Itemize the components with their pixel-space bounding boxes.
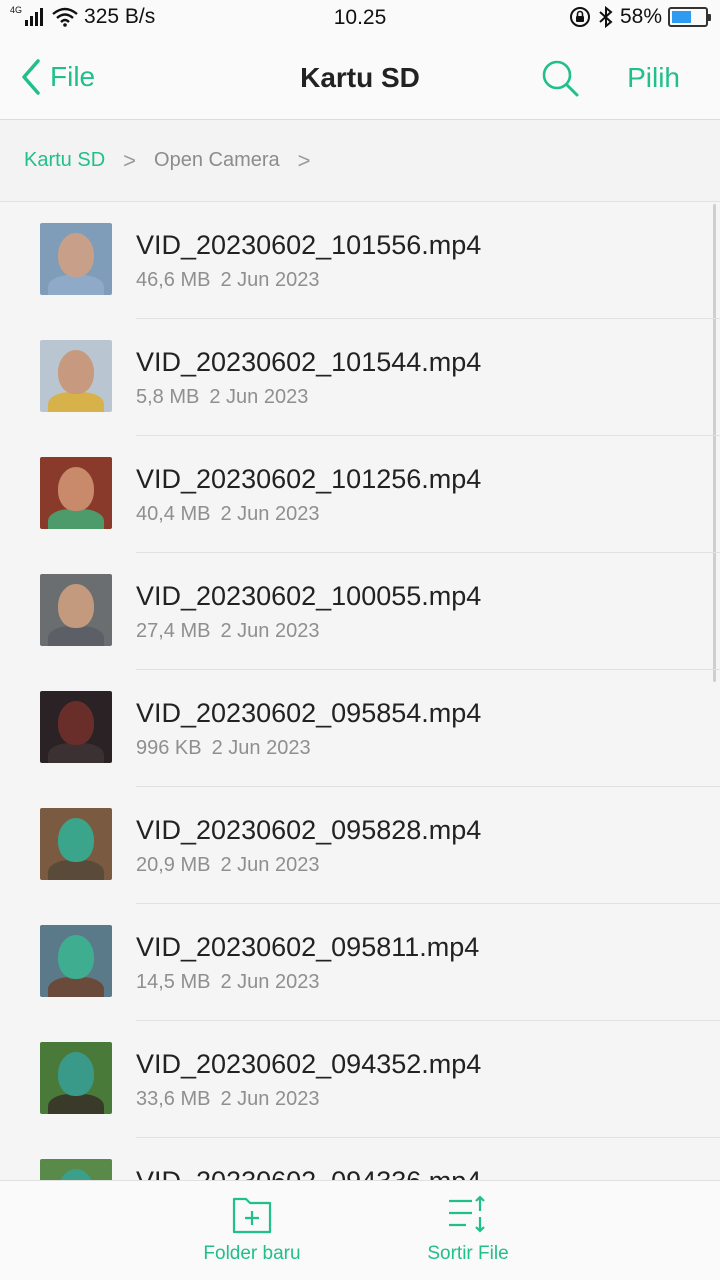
file-name: VID_20230602_101556.mp4 [136, 230, 482, 260]
file-name: VID_20230602_094336.mp4 [136, 1166, 481, 1180]
file-row[interactable]: VID_20230602_101544.mp4 5,8 MB 2 Jun 2023 [0, 319, 720, 436]
file-name: VID_20230602_095854.mp4 [136, 698, 482, 728]
video-thumbnail [40, 574, 112, 646]
status-right: 58% [568, 5, 711, 29]
file-date: 2 Jun 2023 [220, 620, 320, 642]
page-title: Kartu SD [300, 62, 420, 93]
file-size: 5,8 MB [136, 386, 200, 408]
thumbnail-subject [58, 701, 94, 745]
file-row[interactable]: VID_20230602_095811.mp4 14,5 MB 2 Jun 2023 [0, 904, 720, 1021]
bottom-toolbar: Folder baru Sortir File [0, 1180, 720, 1280]
breadcrumb: Kartu SD > Open Camera > [0, 120, 720, 202]
file-date: 2 Jun 2023 [220, 1088, 320, 1110]
new-folder-icon [232, 1197, 272, 1234]
file-size: 40,4 MB [136, 503, 211, 525]
back-label: File [50, 61, 96, 92]
file-row[interactable]: VID_20230602_095828.mp4 20,9 MB 2 Jun 2023 [0, 787, 720, 904]
file-date: 2 Jun 2023 [220, 854, 320, 876]
file-row[interactable]: VID_20230602_094352.mp4 33,6 MB 2 Jun 2023 [0, 1021, 720, 1138]
thumbnail-figure [48, 977, 104, 997]
file-meta: 40,4 MB 2 Jun 2023 [136, 503, 319, 526]
file-date: 2 Jun 2023 [211, 737, 311, 759]
file-name: VID_20230602_101256.mp4 [136, 464, 482, 494]
search-button[interactable] [540, 58, 580, 98]
file-row[interactable]: VID_20230602_100055.mp4 27,4 MB 2 Jun 2023 [0, 553, 720, 670]
thumbnail-subject [58, 350, 94, 394]
thumbnail-subject [58, 1169, 94, 1180]
battery-icon [668, 7, 711, 27]
sort-files-label: Sortir File [427, 1243, 509, 1264]
video-thumbnail [40, 925, 112, 997]
select-button[interactable]: Pilih [627, 62, 680, 94]
sort-icon [449, 1195, 485, 1233]
file-list[interactable]: VID_20230602_101556.mp4 46,6 MB 2 Jun 2023… [0, 202, 720, 1180]
file-row[interactable]: VID_20230602_094336.mp4 [0, 1138, 720, 1180]
file-date: 2 Jun 2023 [220, 269, 320, 291]
thumbnail-figure [48, 860, 104, 880]
file-meta: 14,5 MB 2 Jun 2023 [136, 971, 319, 994]
file-name: VID_20230602_094352.mp4 [136, 1049, 482, 1079]
file-name: VID_20230602_095811.mp4 [136, 932, 480, 962]
bluetooth-icon [599, 5, 613, 29]
video-thumbnail [40, 457, 112, 529]
video-thumbnail [40, 1159, 112, 1180]
new-folder-button[interactable]: Folder baru [172, 1193, 332, 1265]
thumbnail-subject [58, 233, 94, 277]
breadcrumb-separator-icon: > [297, 147, 311, 173]
video-thumbnail [40, 808, 112, 880]
file-name: VID_20230602_095828.mp4 [136, 815, 482, 845]
file-size: 27,4 MB [136, 620, 211, 642]
chevron-left-icon [22, 59, 40, 95]
thumbnail-figure [48, 743, 104, 763]
thumbnail-figure [48, 1094, 104, 1114]
thumbnail-subject [58, 818, 94, 862]
file-size: 46,6 MB [136, 269, 211, 291]
file-meta: 27,4 MB 2 Jun 2023 [136, 620, 319, 643]
file-row[interactable]: VID_20230602_095854.mp4 996 KB 2 Jun 2023 [0, 670, 720, 787]
breadcrumb-current[interactable]: Open Camera [154, 149, 280, 172]
file-size: 20,9 MB [136, 854, 211, 876]
video-thumbnail [40, 340, 112, 412]
video-thumbnail [40, 691, 112, 763]
file-size: 14,5 MB [136, 971, 211, 993]
thumbnail-figure [48, 275, 104, 295]
thumbnail-subject [58, 467, 94, 511]
search-icon [542, 60, 579, 97]
thumbnail-subject [58, 935, 94, 979]
file-size: 33,6 MB [136, 1088, 211, 1110]
thumbnail-figure [48, 392, 104, 412]
breadcrumb-separator-icon: > [123, 147, 137, 173]
breadcrumb-root[interactable]: Kartu SD [24, 149, 105, 172]
video-thumbnail [40, 223, 112, 295]
battery-fill [672, 11, 691, 23]
back-button[interactable]: File [20, 58, 95, 96]
file-meta: 46,6 MB 2 Jun 2023 [136, 269, 319, 292]
video-thumbnail [40, 1042, 112, 1114]
file-name: VID_20230602_100055.mp4 [136, 581, 482, 611]
sort-files-button[interactable]: Sortir File [388, 1193, 548, 1265]
file-date: 2 Jun 2023 [220, 503, 320, 525]
file-date: 2 Jun 2023 [220, 971, 320, 993]
battery-percent: 58% [619, 5, 662, 28]
file-date: 2 Jun 2023 [209, 386, 309, 408]
thumbnail-figure [48, 509, 104, 529]
file-row[interactable]: VID_20230602_101256.mp4 40,4 MB 2 Jun 2023 [0, 436, 720, 553]
app-header: File Kartu SD Pilih [0, 38, 720, 120]
file-meta: 996 KB 2 Jun 2023 [136, 737, 311, 760]
file-row[interactable]: VID_20230602_101556.mp4 46,6 MB 2 Jun 2023 [0, 202, 720, 319]
file-name: VID_20230602_101544.mp4 [136, 347, 482, 377]
file-meta: 33,6 MB 2 Jun 2023 [136, 1088, 319, 1111]
file-size: 996 KB [136, 737, 202, 759]
status-bar: 4G 325 B/s 10.25 58% [0, 0, 720, 38]
new-folder-label: Folder baru [203, 1243, 301, 1264]
file-meta: 20,9 MB 2 Jun 2023 [136, 854, 319, 877]
rotation-lock-icon [569, 7, 590, 27]
thumbnail-subject [58, 584, 94, 628]
thumbnail-figure [48, 626, 104, 646]
file-meta: 5,8 MB 2 Jun 2023 [136, 386, 308, 409]
thumbnail-subject [58, 1052, 94, 1096]
